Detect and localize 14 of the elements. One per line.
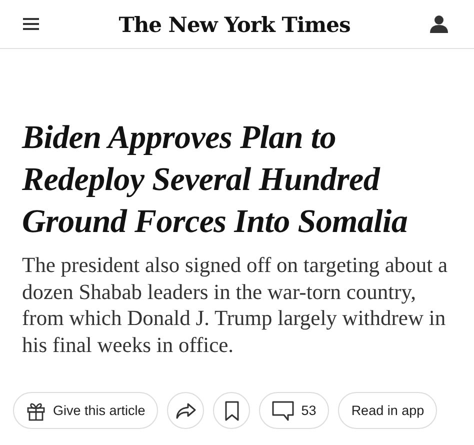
- give-article-button[interactable]: Give this article: [13, 392, 158, 429]
- read-in-app-button[interactable]: Read in app: [338, 392, 438, 429]
- share-icon: [174, 402, 197, 420]
- headline: Biden Approves Plan to Redeploy Several Hundred Ground Forces Into Somalia: [22, 119, 409, 242]
- menu-icon[interactable]: [23, 18, 39, 30]
- bookmark-icon: [224, 400, 239, 420]
- save-button[interactable]: [213, 392, 250, 429]
- share-button[interactable]: [167, 392, 204, 429]
- logo[interactable]: The New York Times: [118, 12, 350, 36]
- comment-icon: [272, 400, 294, 420]
- summary: The president also signed off on targeting about a dozen Shabab leaders in the war-torn country, from which Donald J. Trump largely withdrew in his final weeks in office.: [22, 252, 449, 358]
- comments-button[interactable]: 53: [259, 392, 330, 429]
- account-icon[interactable]: [430, 15, 448, 33]
- gift-icon: [26, 400, 46, 420]
